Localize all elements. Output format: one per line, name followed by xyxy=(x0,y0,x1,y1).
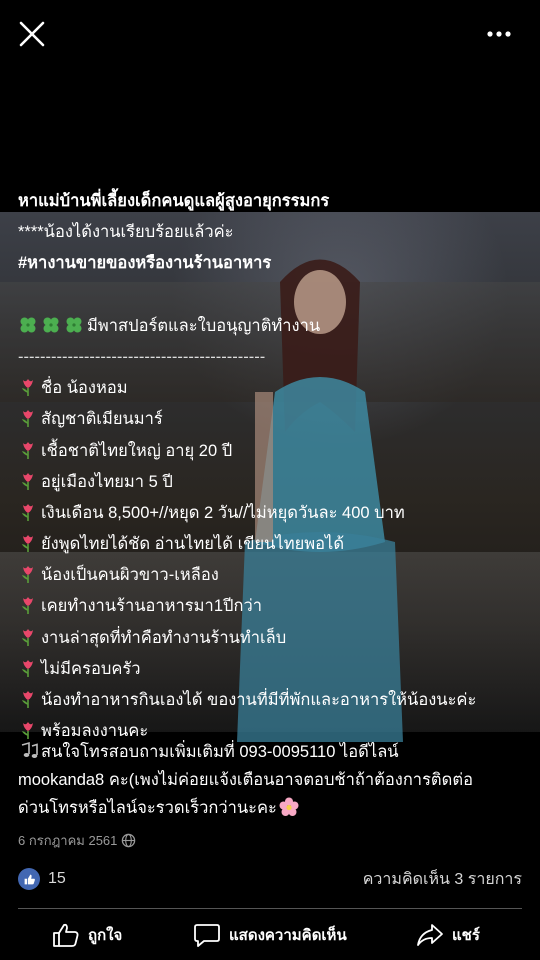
close-icon xyxy=(19,21,45,47)
detail-text: อยู่เมืองไทยมา 5 ปี xyxy=(41,472,173,491)
tulip-icon xyxy=(18,564,38,584)
passport-text: มีพาสปอร์ตและใบอนุญาติทำงาน xyxy=(87,316,321,335)
details-list: ชื่อ น้องหอมสัญชาติเมียนมาร์เชื้อชาติไทย… xyxy=(18,373,533,747)
contact-line-1: สนใจโทรสอบถามเพิ่มเติมที่ 093-0095110 ไอ… xyxy=(41,743,399,761)
tulip-icon xyxy=(18,533,38,553)
four-leaf-clover-icon xyxy=(41,315,61,335)
contact-line-2: mookanda8 คะ(เพงไม่ค่อยแจ้งเตือนอาจตอบช้… xyxy=(18,771,473,789)
detail-text: น้องทำอาหารกินเองได้ ของานที่มีที่พักและ… xyxy=(41,691,477,709)
detail-item: น้องเป็นคนผิวขาว-เหลือง xyxy=(18,560,533,591)
share-label: แชร์ xyxy=(452,927,480,944)
more-options-button[interactable] xyxy=(482,22,518,46)
detail-item: อยู่เมืองไทยมา 5 ปี xyxy=(18,467,533,498)
close-button[interactable] xyxy=(14,16,50,52)
reactions-bar: 15 ความคิดเห็น 3 รายการ xyxy=(18,864,522,894)
like-button[interactable]: ถูกใจ xyxy=(52,922,122,948)
thumbs-up-icon xyxy=(53,923,79,947)
tulip-icon xyxy=(18,502,38,522)
contact-line: ด่วนโทรหรือไลน์จะรวดเร็วกว่านะคะ xyxy=(18,794,533,822)
tulip-icon xyxy=(18,408,38,428)
detail-text: งานล่าสุดที่ทำคือทำงานร้านทำเล็บ xyxy=(41,628,287,647)
music-notes-icon xyxy=(18,741,38,761)
comment-count[interactable]: ความคิดเห็น 3 รายการ xyxy=(363,867,522,892)
detail-item: ยังพูดไทยได้ชัด อ่านไทยได้ เขียนไทยพอได้ xyxy=(18,529,533,560)
detail-text: เงินเดือน 8,500+//หยุด 2 วัน//ไม่หยุดวัน… xyxy=(41,503,405,522)
like-count[interactable]: 15 xyxy=(18,868,66,890)
tulip-icon xyxy=(18,658,38,678)
post-date[interactable]: 6 กรกฎาคม 2561 xyxy=(18,830,117,851)
detail-item: ชื่อ น้องหอม xyxy=(18,373,533,404)
tulip-icon xyxy=(18,689,38,709)
four-leaf-clover-icon xyxy=(18,315,38,335)
action-bar: ถูกใจ แสดงความคิดเห็น แชร์ xyxy=(0,910,540,960)
like-count-number: 15 xyxy=(48,870,66,887)
post-hashtag[interactable]: #หางานขายของหรืองานร้านอาหาร xyxy=(18,248,533,279)
divider xyxy=(18,908,522,909)
separator-line: ----------------------------------------… xyxy=(18,347,266,366)
detail-text: เคยทำงานร้านอาหารมา1ปีกว่า xyxy=(41,597,262,616)
detail-item: งานล่าสุดที่ทำคือทำงานร้านทำเล็บ xyxy=(18,623,533,654)
contact-line-3: ด่วนโทรหรือไลน์จะรวดเร็วกว่านะคะ xyxy=(18,799,277,817)
more-icon xyxy=(487,31,511,37)
post-text: หาแม่บ้านพี่เลี้ยงเด็กคนดูแลผู้สูงอายุกร… xyxy=(18,186,533,747)
detail-text: ไม่มีครอบครัว xyxy=(41,659,141,678)
comment-label: แสดงความคิดเห็น xyxy=(229,927,347,944)
detail-item: น้องทำอาหารกินเองได้ ของานที่มีที่พักและ… xyxy=(18,685,533,716)
passport-line: มีพาสปอร์ตและใบอนุญาติทำงาน xyxy=(18,311,533,342)
detail-text: ชื่อ น้องหอม xyxy=(41,379,128,398)
contact-text: สนใจโทรสอบถามเพิ่มเติมที่ 093-0095110 ไอ… xyxy=(18,738,533,822)
tulip-icon xyxy=(18,440,38,460)
detail-item: เชื้อชาติไทยใหญ่ อายุ 20 ปี xyxy=(18,436,533,467)
four-leaf-clover-icon xyxy=(64,315,84,335)
comment-button[interactable]: แสดงความคิดเห็น xyxy=(193,922,347,948)
detail-item: สัญชาติเมียนมาร์ xyxy=(18,404,533,435)
cherry-blossom-icon xyxy=(279,797,299,817)
detail-text: สัญชาติเมียนมาร์ xyxy=(41,410,163,429)
tulip-icon xyxy=(18,377,38,397)
tulip-icon xyxy=(18,627,38,647)
post-meta: 6 กรกฎาคม 2561 xyxy=(18,830,136,850)
contact-line: สนใจโทรสอบถามเพิ่มเติมที่ 093-0095110 ไอ… xyxy=(18,738,533,766)
globe-icon xyxy=(122,833,136,847)
detail-item: ไม่มีครอบครัว xyxy=(18,654,533,685)
detail-text: เชื้อชาติไทยใหญ่ อายุ 20 ปี xyxy=(41,441,233,460)
like-label: ถูกใจ xyxy=(88,927,123,944)
share-icon xyxy=(417,924,443,946)
share-button[interactable]: แชร์ xyxy=(416,922,480,948)
post-status: ****น้องได้งานเรียบร้อยแล้วค่ะ xyxy=(18,223,234,242)
post-title: หาแม่บ้านพี่เลี้ยงเด็กคนดูแลผู้สูงอายุกร… xyxy=(18,192,330,210)
comment-icon xyxy=(194,924,220,947)
tulip-icon xyxy=(18,471,38,491)
detail-item: เงินเดือน 8,500+//หยุด 2 วัน//ไม่หยุดวัน… xyxy=(18,498,533,529)
like-reaction-icon xyxy=(18,868,40,890)
detail-text: น้องเป็นคนผิวขาว-เหลือง xyxy=(41,566,219,585)
top-bar xyxy=(0,0,540,70)
tulip-icon xyxy=(18,595,38,615)
detail-item: เคยทำงานร้านอาหารมา1ปีกว่า xyxy=(18,591,533,622)
detail-text: ยังพูดไทยได้ชัด อ่านไทยได้ เขียนไทยพอได้ xyxy=(41,535,345,554)
